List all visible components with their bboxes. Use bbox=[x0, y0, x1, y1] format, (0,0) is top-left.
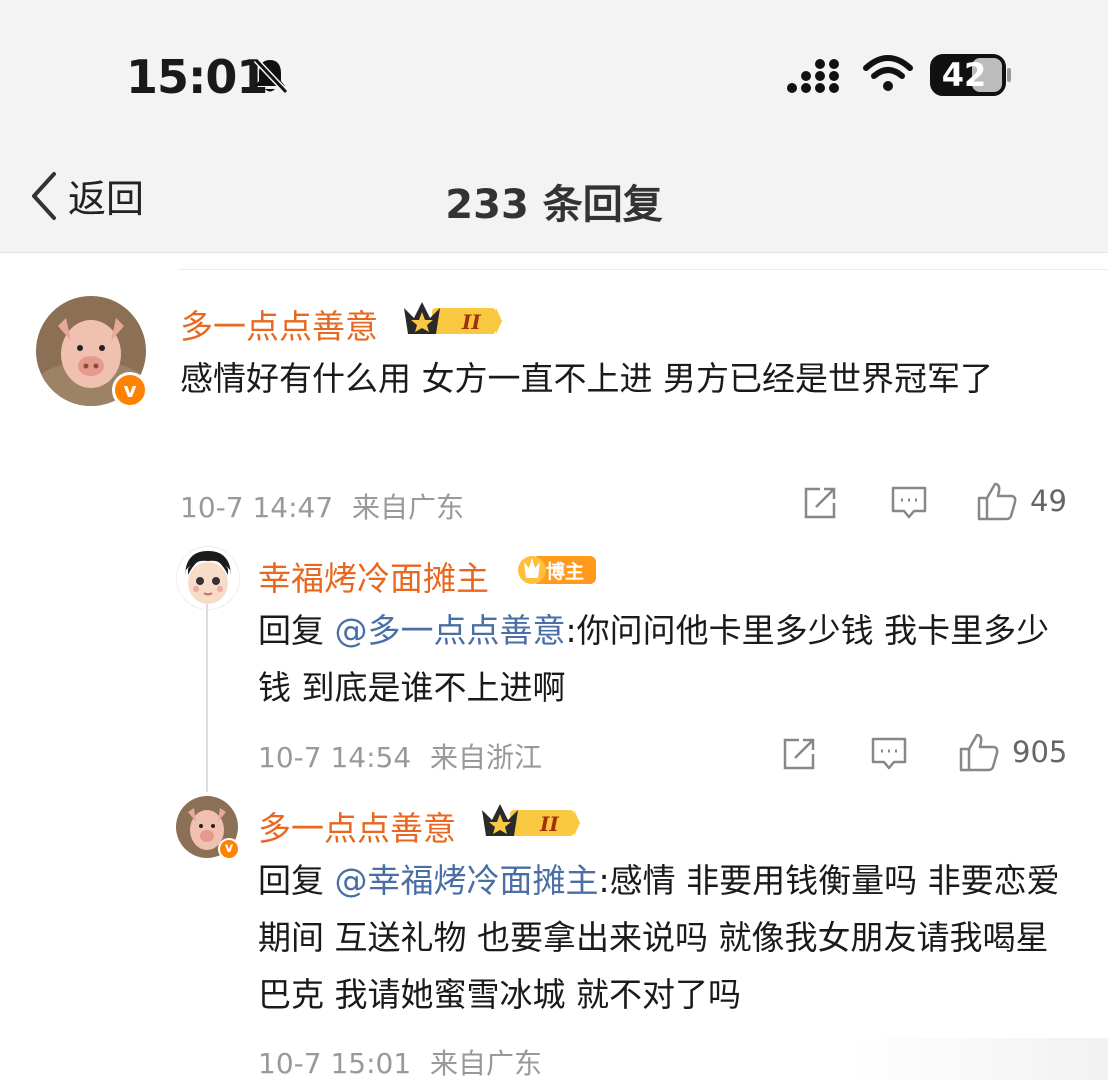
thumbs-up-icon bbox=[959, 733, 999, 772]
comment-date: 10-7 14:47 bbox=[180, 491, 334, 524]
like-button[interactable]: 905 bbox=[958, 731, 1067, 773]
mention-link[interactable]: @多一点点善意 bbox=[335, 611, 566, 650]
comment-date: 10-7 15:01 bbox=[258, 1047, 412, 1080]
verified-badge-icon: v bbox=[218, 838, 240, 860]
thumbs-up-icon bbox=[977, 482, 1017, 521]
reply-text: 回复 @幸福烤冷面摊主:感情 非要用钱衡量吗 非要恋爱期间 互送礼物 也要拿出来… bbox=[258, 852, 1078, 1023]
badge-label: 博主 bbox=[546, 560, 584, 583]
comment-location: 来自浙江 bbox=[430, 741, 543, 774]
comment-location: 来自广东 bbox=[430, 1047, 543, 1080]
status-time: 15:01 bbox=[126, 50, 268, 104]
share-icon bbox=[804, 487, 836, 519]
battery-level: 42 bbox=[941, 56, 987, 94]
comment-location: 来自广东 bbox=[352, 491, 465, 524]
comment-icon bbox=[891, 486, 927, 519]
verified-badge-icon: v bbox=[112, 372, 148, 408]
like-count: 905 bbox=[1012, 735, 1068, 769]
watermark bbox=[850, 1038, 1108, 1080]
reply-username[interactable]: 幸福烤冷面摊主 bbox=[258, 552, 489, 600]
wifi-icon bbox=[863, 55, 913, 91]
reply-username[interactable]: 多一点点善意 bbox=[258, 802, 456, 850]
comment-username[interactable]: 多一点点善意 bbox=[180, 300, 378, 348]
share-button[interactable] bbox=[781, 736, 817, 772]
comment-icon bbox=[871, 737, 907, 770]
comment-button[interactable] bbox=[870, 736, 908, 772]
divider bbox=[178, 269, 1108, 270]
reply-text: 回复 @多一点点善意:你问问他卡里多少钱 我卡里多少钱 到底是谁不上进啊 bbox=[258, 602, 1078, 716]
cellular-signal-icon bbox=[787, 59, 839, 93]
like-button[interactable]: 49 bbox=[976, 480, 1067, 522]
reply-prefix: 回复 bbox=[258, 611, 335, 650]
mention-link[interactable]: @幸福烤冷面摊主 bbox=[335, 861, 599, 900]
crown-badge-icon: II bbox=[404, 302, 502, 334]
badge-label: II bbox=[539, 812, 559, 836]
comment-meta: 10-7 14:54 来自浙江 bbox=[258, 736, 542, 776]
avatar[interactable] bbox=[176, 546, 240, 610]
silent-bell-icon bbox=[253, 57, 289, 95]
page-title: 233 条回复 bbox=[445, 182, 663, 228]
comment-date: 10-7 14:54 bbox=[258, 741, 412, 774]
share-button[interactable] bbox=[802, 485, 838, 521]
badge-label: II bbox=[461, 310, 481, 334]
like-count: 49 bbox=[1030, 484, 1067, 518]
comment-meta: 10-7 14:47 来自广东 bbox=[180, 486, 464, 526]
comment-meta: 10-7 15:01 来自广东 bbox=[258, 1042, 542, 1082]
share-icon bbox=[783, 738, 815, 770]
reply-prefix: 回复 bbox=[258, 861, 335, 900]
comment-text: 感情好有什么用 女方一直不上进 男方已经是世界冠军了 bbox=[180, 359, 993, 398]
crown-badge-icon: II bbox=[482, 804, 580, 836]
blogger-badge-icon: 博主 bbox=[518, 556, 596, 584]
comment-button[interactable] bbox=[890, 485, 928, 521]
thread-line bbox=[206, 604, 208, 792]
